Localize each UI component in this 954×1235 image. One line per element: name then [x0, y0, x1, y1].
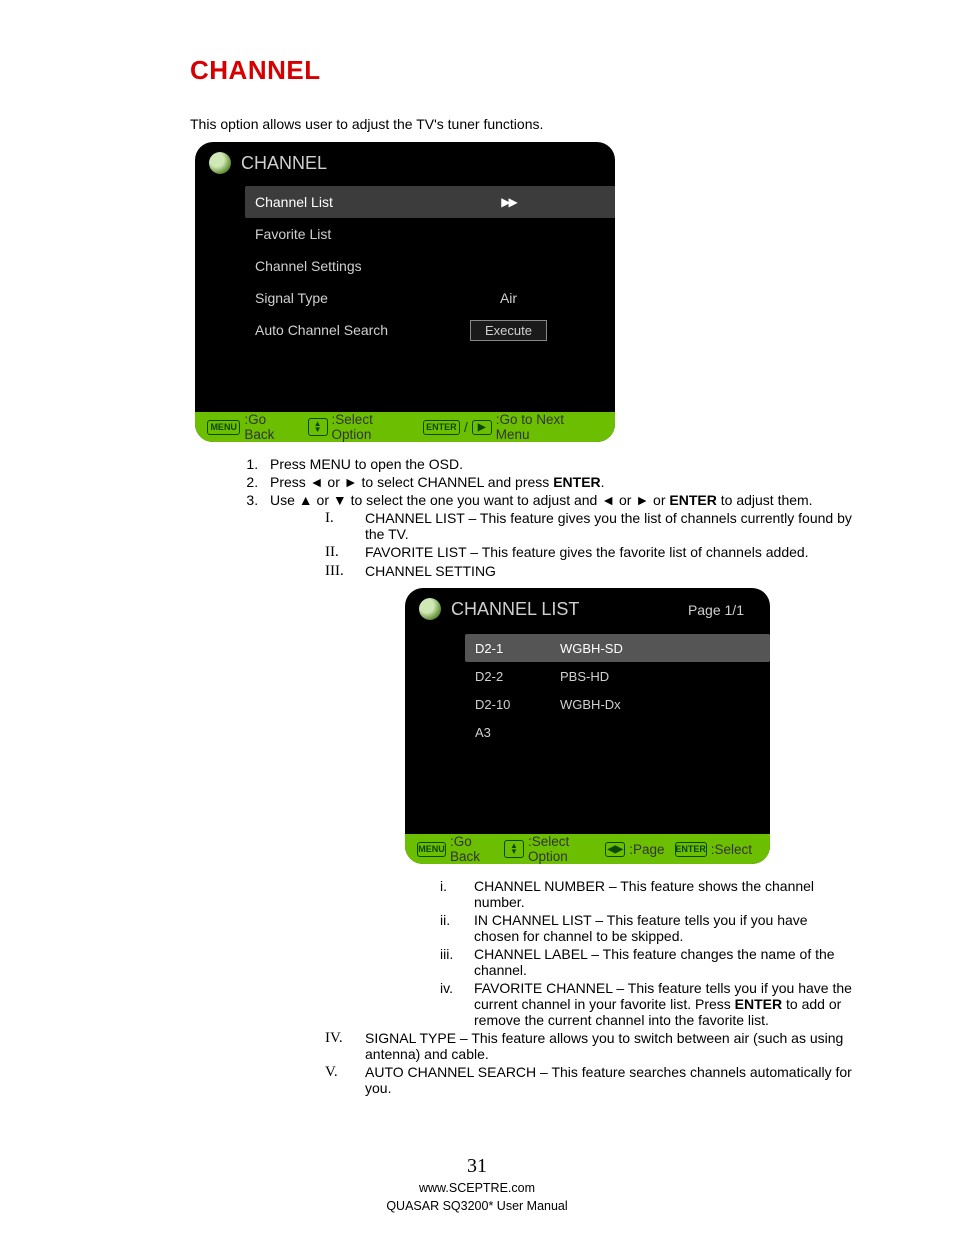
channel-row[interactable]: D2-2 PBS-HD	[475, 662, 740, 690]
hint-select: :Select	[711, 842, 752, 857]
channel-name: WGBH-Dx	[560, 697, 740, 712]
substeps-lower: i.CHANNEL NUMBER – This feature shows th…	[440, 878, 854, 1028]
osd-rows: Channel List ▶▶ Favorite List Channel Se…	[195, 182, 615, 346]
menu-button-icon: MENU	[417, 842, 446, 857]
label: Channel Settings	[255, 258, 420, 274]
hint-go-back: :Go Back	[244, 412, 297, 442]
step-1: Press MENU to open the OSD.	[262, 456, 854, 472]
osd-title: CHANNEL LIST	[451, 599, 579, 620]
hint-page: :Page	[629, 842, 664, 857]
step-2: Press ◄ or ► to select CHANNEL and press…	[262, 474, 854, 490]
label: Channel List	[255, 194, 420, 210]
intro-text: This option allows user to adjust the TV…	[190, 116, 854, 132]
footer-model: QUASAR SQ3200* User Manual	[0, 1198, 954, 1216]
page-footer: 31 www.SCEPTRE.com QUASAR SQ3200* User M…	[0, 1152, 954, 1215]
channel-row[interactable]: D2-1 WGBH-SD	[475, 634, 740, 662]
channel-number: D2-1	[475, 641, 560, 656]
sub-channel-list: CHANNEL LIST – This feature gives you th…	[365, 510, 854, 542]
section-heading: CHANNEL	[190, 55, 854, 86]
value: Air	[420, 290, 597, 306]
instruction-list: Press MENU to open the OSD. Press ◄ or ►…	[262, 456, 854, 1096]
menu-item-channel-list[interactable]: Channel List ▶▶	[255, 186, 597, 218]
channel-row[interactable]: D2-10 WGBH-Dx	[475, 690, 740, 718]
channel-number: D2-10	[475, 697, 560, 712]
arrows-up-down-icon: ▲▼	[504, 840, 524, 858]
channel-name: WGBH-SD	[560, 641, 740, 656]
label: Favorite List	[255, 226, 420, 242]
page-number: 31	[0, 1152, 954, 1180]
menu-item-favorite-list[interactable]: Favorite List	[255, 218, 597, 250]
footer-url: www.SCEPTRE.com	[0, 1180, 954, 1198]
menu-item-channel-settings[interactable]: Channel Settings	[255, 250, 597, 282]
chevron-right-icon: ▶▶	[420, 195, 597, 209]
hint-select-option: :Select Option	[332, 412, 413, 442]
hint-go-back: :Go Back	[450, 834, 494, 864]
step-3: Use ▲ or ▼ to select the one you want to…	[262, 492, 854, 1096]
execute-button[interactable]: Execute	[470, 320, 547, 341]
menu-item-signal-type[interactable]: Signal Type Air	[255, 282, 597, 314]
sub-ch-number: CHANNEL NUMBER – This feature shows the …	[474, 878, 854, 910]
arrows-up-down-icon: ▲▼	[308, 418, 328, 436]
label: Signal Type	[255, 290, 420, 306]
label: Auto Channel Search	[255, 322, 420, 338]
sub-auto-search: AUTO CHANNEL SEARCH – This feature searc…	[365, 1064, 854, 1096]
enter-button-icon: ENTER	[423, 420, 460, 435]
sub-signal-type: SIGNAL TYPE – This feature allows you to…	[365, 1030, 854, 1062]
page-indicator: Page 1/1	[688, 602, 744, 618]
arrow-right-icon: ▶	[472, 420, 492, 435]
substeps-upper-2: IV.SIGNAL TYPE – This feature allows you…	[325, 1030, 854, 1096]
substeps-upper-1: I.CHANNEL LIST – This feature gives you …	[325, 510, 854, 580]
arrows-left-right-icon: ◀▶	[605, 842, 625, 857]
hint-select-option: :Select Option	[528, 834, 595, 864]
osd-channel-list: CHANNEL LIST Page 1/1 D2-1 WGBH-SD D2-2 …	[405, 588, 770, 864]
osd-title: CHANNEL	[241, 153, 327, 174]
osd-footer: MENU :Go Back ▲▼ :Select Option ◀▶ :Page…	[405, 834, 770, 864]
osd-channel-menu: CHANNEL Channel List ▶▶ Favorite List Ch…	[195, 142, 615, 442]
swirl-icon	[209, 152, 231, 174]
channel-number: A3	[475, 725, 560, 740]
sub-in-list: IN CHANNEL LIST – This feature tells you…	[474, 912, 854, 944]
swirl-icon	[419, 598, 441, 620]
enter-button-icon: ENTER	[675, 842, 707, 857]
channel-number: D2-2	[475, 669, 560, 684]
channel-name: PBS-HD	[560, 669, 740, 684]
hint-next-menu: :Go to Next Menu	[496, 412, 597, 442]
menu-button-icon: MENU	[207, 420, 240, 435]
sub-fav-channel: FAVORITE CHANNEL – This feature tells yo…	[474, 980, 854, 1028]
channel-rows: D2-1 WGBH-SD D2-2 PBS-HD D2-10 WGBH-Dx A…	[405, 628, 770, 746]
osd-header: CHANNEL	[195, 142, 615, 182]
osd-footer: MENU :Go Back ▲▼ :Select Option ENTER/▶ …	[195, 412, 615, 442]
sub-ch-label: CHANNEL LABEL – This feature changes the…	[474, 946, 854, 978]
channel-row[interactable]: A3	[475, 718, 740, 746]
sub-channel-setting: CHANNEL SETTING	[365, 563, 854, 579]
menu-item-auto-channel-search[interactable]: Auto Channel Search Execute	[255, 314, 597, 346]
sub-favorite-list: FAVORITE LIST – This feature gives the f…	[365, 544, 854, 560]
